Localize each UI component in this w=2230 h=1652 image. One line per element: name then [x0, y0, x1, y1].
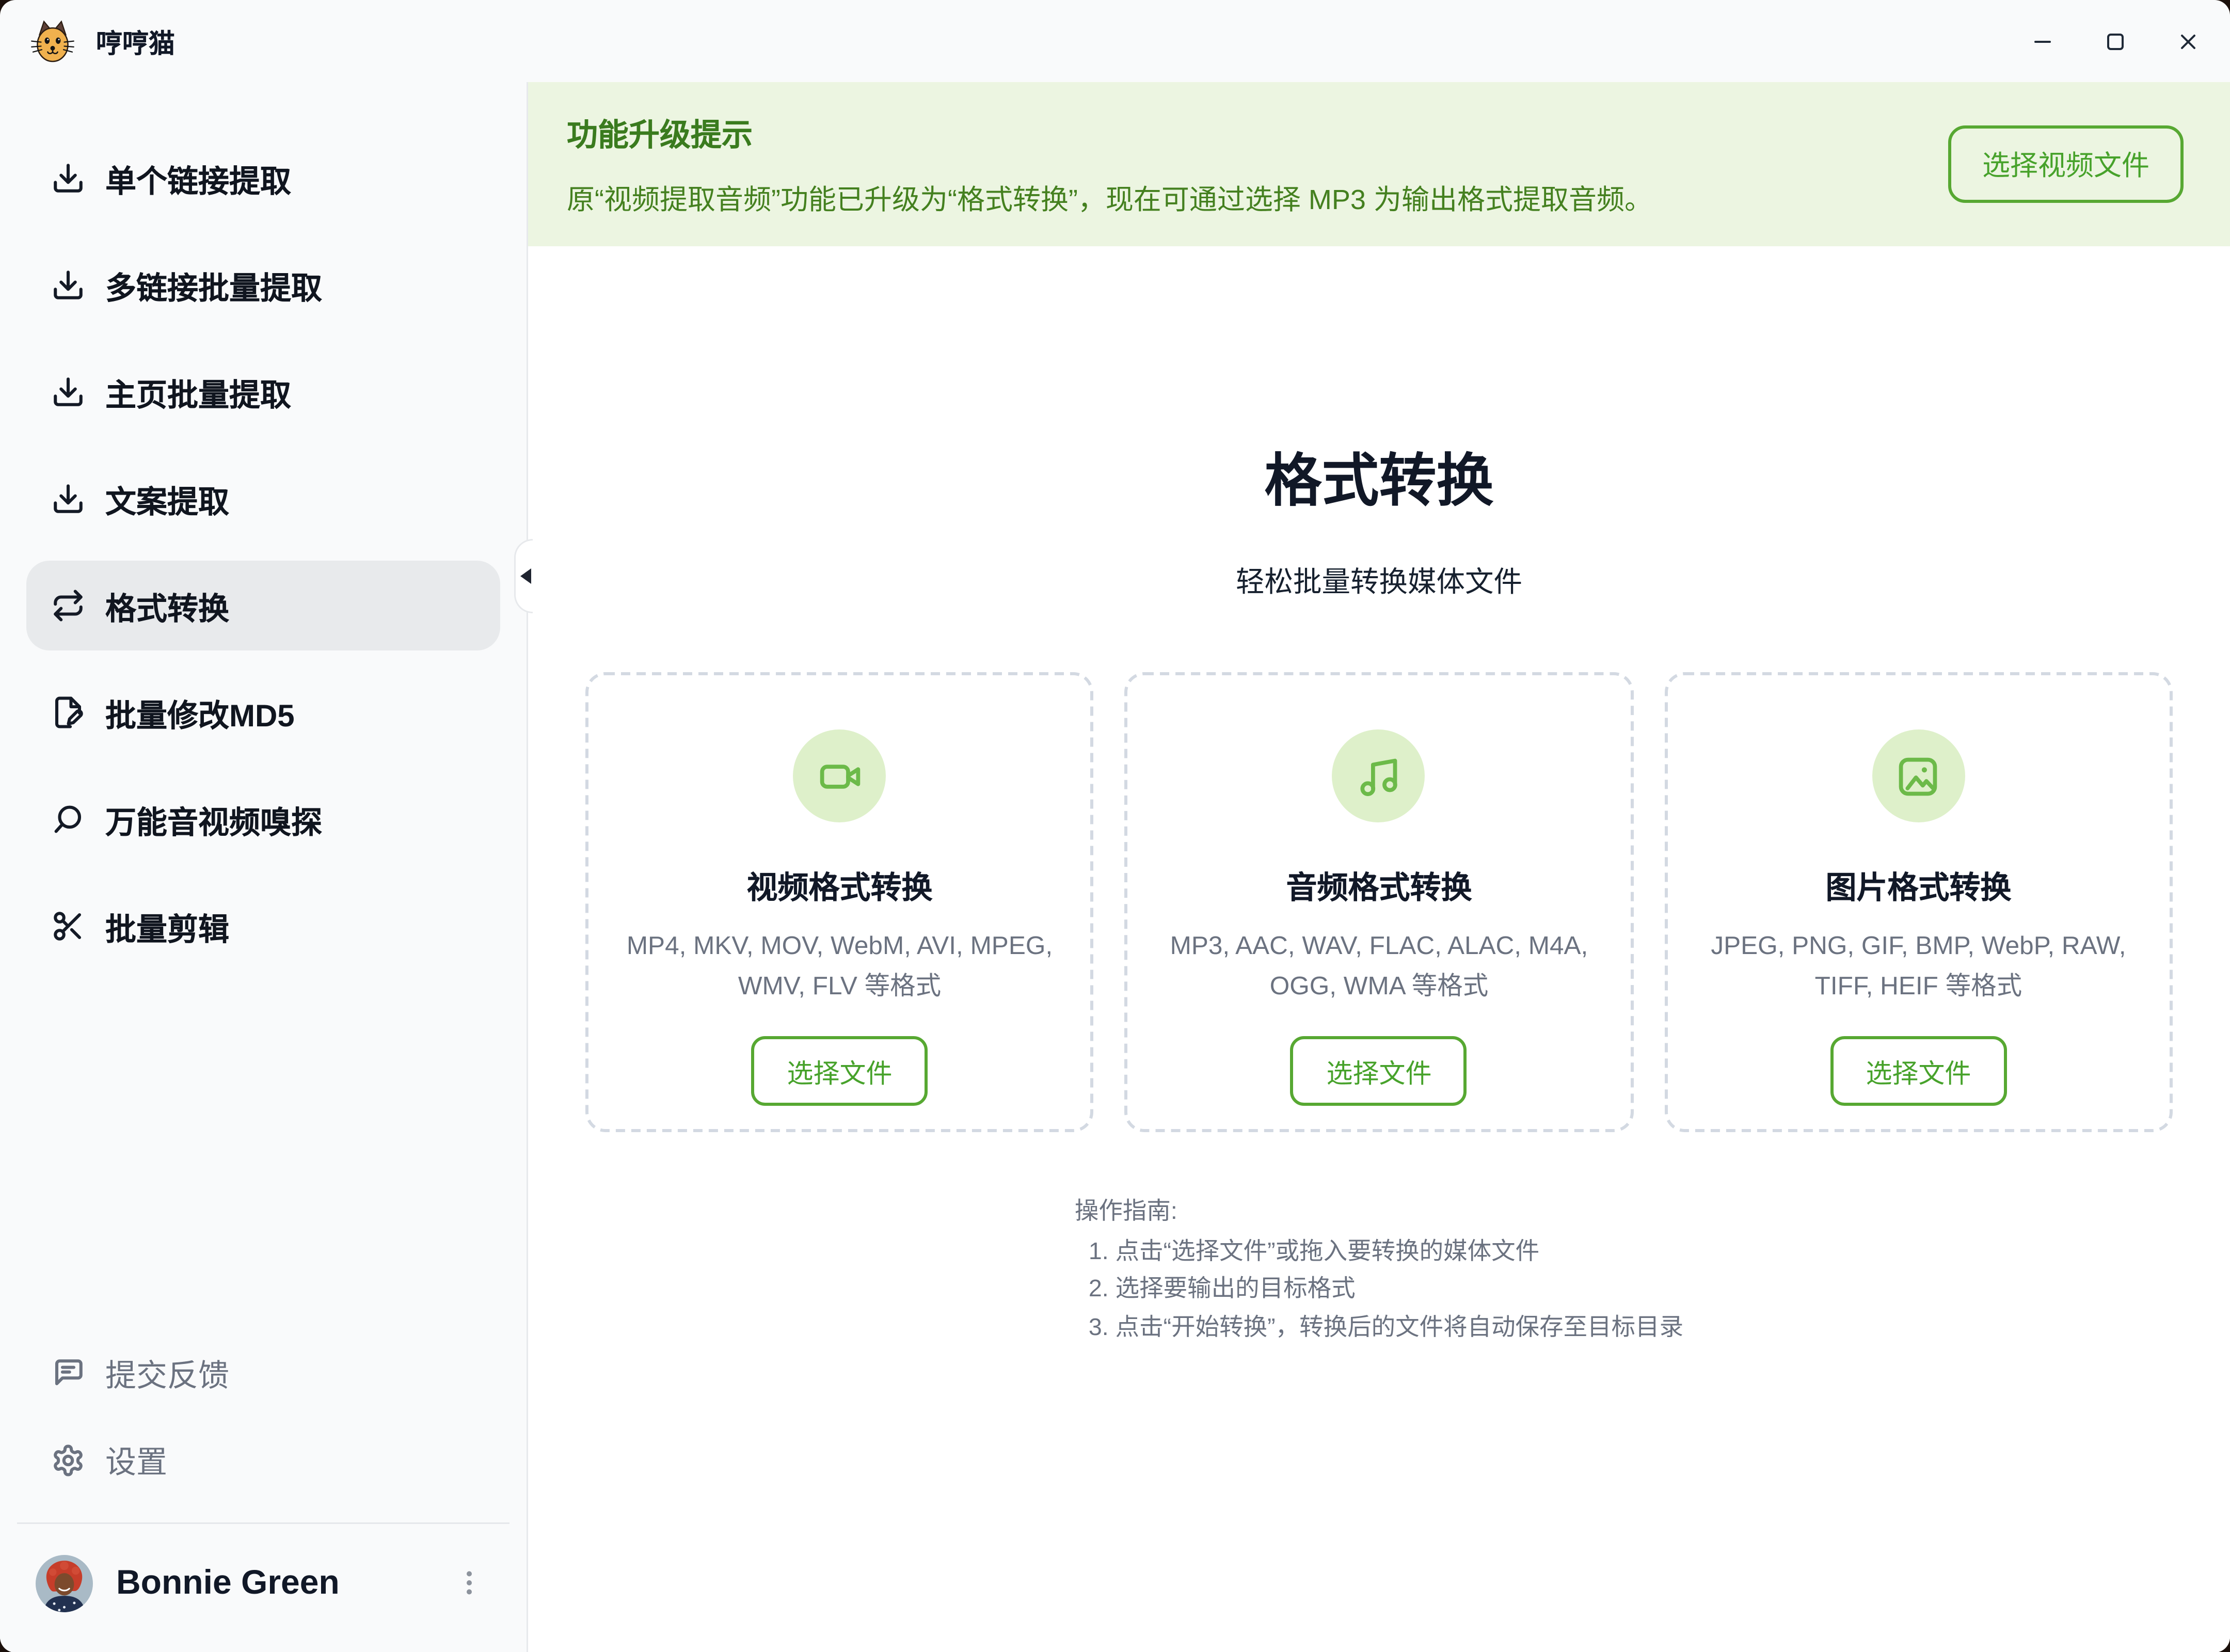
- sidebar-item-single-link-extract[interactable]: 单个链接提取: [26, 133, 500, 223]
- sidebar-item-settings[interactable]: 设置: [26, 1417, 500, 1503]
- sidebar-item-batch-modify-md5[interactable]: 批量修改MD5: [26, 668, 500, 757]
- chevron-left-icon: [520, 568, 531, 584]
- page-subtitle: 轻松批量转换媒体文件: [528, 561, 2230, 601]
- sidebar-item-label: 设置: [105, 1437, 167, 1482]
- app-body: 单个链接提取 多链接批量提取 主页批量提取: [0, 82, 2230, 1652]
- feedback-icon: [51, 1356, 85, 1390]
- sidebar-item-multi-link-batch-extract[interactable]: 多链接批量提取: [26, 240, 500, 330]
- download-icon: [51, 268, 85, 302]
- main-content: 功能升级提示 原“视频提取音频”功能已升级为“格式转换”，现在可通过选择 MP3…: [528, 82, 2230, 1652]
- card-title: 视频格式转换: [623, 863, 1057, 908]
- guide-heading: 操作指南:: [1075, 1195, 1683, 1233]
- card-audio-convert: 音频格式转换 MP3, AAC, WAV, FLAC, ALAC, M4A, O…: [1125, 673, 1633, 1133]
- conversion-cards: 视频格式转换 MP4, MKV, MOV, WebM, AVI, MPEG, W…: [585, 673, 2173, 1133]
- window-controls: [2030, 29, 2201, 54]
- sidebar-collapse-handle[interactable]: [514, 539, 533, 613]
- close-icon[interactable]: [2176, 29, 2201, 54]
- guide-step: 2. 选择要输出的目标格式: [1089, 1272, 1683, 1310]
- app-window: 哼哼猫 单个链接提取: [0, 0, 2230, 1652]
- download-icon: [51, 375, 85, 409]
- sidebar-divider: [17, 1522, 509, 1523]
- card-title: 音频格式转换: [1162, 863, 1596, 908]
- banner-title: 功能升级提示: [567, 110, 1652, 155]
- stage: 哼哼猫 单个链接提取: [0, 0, 2230, 1652]
- video-icon: [793, 730, 886, 823]
- sidebar: 单个链接提取 多链接批量提取 主页批量提取: [0, 82, 528, 1652]
- sidebar-spacer: [26, 988, 500, 1330]
- image-icon: [1872, 730, 1965, 823]
- operation-guide: 操作指南: 1. 点击“选择文件”或拖入要转换的媒体文件 2. 选择要输出的目标…: [528, 1195, 2230, 1348]
- sidebar-item-label: 批量修改MD5: [105, 690, 295, 735]
- sidebar-item-label: 万能音视频嗅探: [105, 797, 322, 842]
- maximize-icon[interactable]: [2103, 29, 2128, 54]
- sidebar-item-label: 提交反馈: [105, 1351, 229, 1395]
- card-image-convert: 图片格式转换 JPEG, PNG, GIF, BMP, WebP, RAW, T…: [1664, 673, 2173, 1133]
- user-profile-row[interactable]: Bonnie Green: [26, 1554, 500, 1612]
- sidebar-item-feedback[interactable]: 提交反馈: [26, 1330, 500, 1417]
- card-title: 图片格式转换: [1701, 863, 2136, 908]
- sidebar-item-batch-edit[interactable]: 批量剪辑: [26, 881, 500, 971]
- banner-body: 原“视频提取音频”功能已升级为“格式转换”，现在可通过选择 MP3 为输出格式提…: [567, 178, 1652, 218]
- card-video-convert: 视频格式转换 MP4, MKV, MOV, WebM, AVI, MPEG, W…: [585, 673, 1094, 1133]
- sidebar-item-label: 主页批量提取: [105, 370, 291, 415]
- sidebar-item-label: 多链接批量提取: [105, 263, 322, 308]
- sidebar-item-label: 格式转换: [105, 583, 229, 628]
- title-bar: 哼哼猫: [0, 0, 2230, 82]
- file-pen-icon: [51, 695, 85, 729]
- download-icon: [51, 161, 85, 195]
- guide-step: 3. 点击“开始转换”，转换后的文件将自动保存至目标目录: [1089, 1310, 1683, 1348]
- card-formats: MP4, MKV, MOV, WebM, AVI, MPEG, WMV, FLV…: [623, 928, 1057, 1007]
- sidebar-item-label: 单个链接提取: [105, 156, 291, 201]
- select-video-file-button[interactable]: 选择视频文件: [1948, 125, 2184, 203]
- sidebar-item-homepage-batch-extract[interactable]: 主页批量提取: [26, 347, 500, 437]
- card-formats: MP3, AAC, WAV, FLAC, ALAC, M4A, OGG, WMA…: [1162, 928, 1596, 1007]
- app-logo-cat-icon: [29, 18, 76, 65]
- dots-vertical-icon[interactable]: [448, 1561, 491, 1605]
- select-file-button-image[interactable]: 选择文件: [1830, 1036, 2006, 1105]
- scissors-icon: [51, 909, 85, 943]
- sidebar-item-label: 批量剪辑: [105, 904, 229, 949]
- app-title: 哼哼猫: [96, 22, 175, 60]
- repeat-icon: [51, 589, 85, 623]
- sidebar-item-universal-av-sniffer[interactable]: 万能音视频嗅探: [26, 774, 500, 864]
- upgrade-banner: 功能升级提示 原“视频提取音频”功能已升级为“格式转换”，现在可通过选择 MP3…: [528, 82, 2230, 246]
- guide-step: 1. 点击“选择文件”或拖入要转换的媒体文件: [1089, 1234, 1683, 1273]
- download-icon: [51, 482, 85, 516]
- card-formats: JPEG, PNG, GIF, BMP, WebP, RAW, TIFF, HE…: [1701, 928, 2136, 1007]
- gear-icon: [51, 1443, 85, 1477]
- sidebar-item-copy-extract[interactable]: 文案提取: [26, 454, 500, 544]
- minimize-icon[interactable]: [2030, 29, 2055, 54]
- select-file-button-video[interactable]: 选择文件: [751, 1036, 928, 1105]
- music-icon: [1332, 730, 1425, 823]
- user-name: Bonnie Green: [116, 1563, 340, 1603]
- search-icon: [51, 802, 85, 836]
- hero: 格式转换 轻松批量转换媒体文件: [528, 246, 2230, 601]
- sidebar-item-format-convert[interactable]: 格式转换: [26, 561, 500, 650]
- page-title: 格式转换: [528, 448, 2230, 516]
- banner-text: 功能升级提示 原“视频提取音频”功能已升级为“格式转换”，现在可通过选择 MP3…: [567, 110, 1652, 218]
- sidebar-item-label: 文案提取: [105, 476, 229, 521]
- select-file-button-audio[interactable]: 选择文件: [1291, 1036, 1467, 1105]
- avatar: [36, 1554, 93, 1612]
